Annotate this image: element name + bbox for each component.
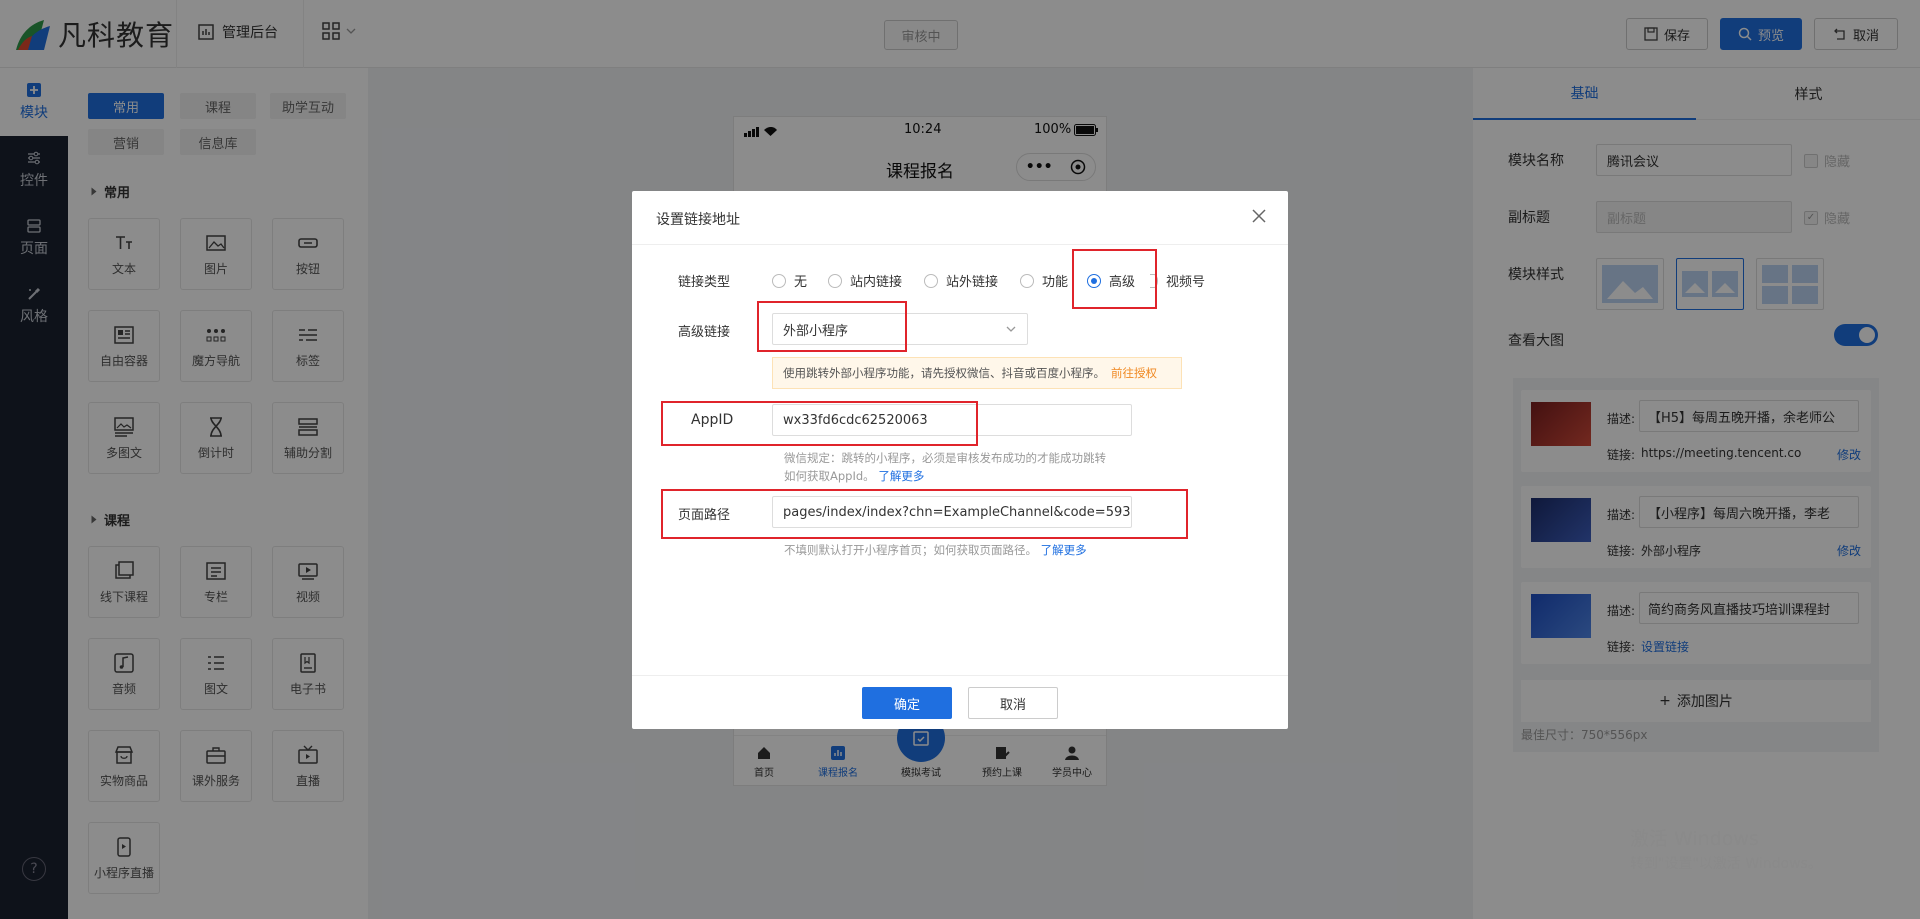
watermark-line1: 激活 Windows (1630, 828, 1759, 850)
dialog-header: 设置链接地址 (632, 191, 1288, 245)
watermark-line2: 转到"设置"以激活 Windows。 (1630, 856, 1822, 872)
radio-dot (1020, 273, 1034, 288)
dialog-cancel-button[interactable]: 取消 (968, 687, 1058, 719)
notice-text: 使用跳转外部小程序功能，请先授权微信、抖音或百度小程序。 (783, 366, 1105, 380)
radio-external[interactable]: 站外链接 (924, 271, 998, 290)
advanced-link-label: 高级链接 (678, 325, 731, 340)
learn-more-link[interactable]: 了解更多 (1041, 543, 1087, 557)
radio-label: 视频号 (1166, 275, 1206, 290)
appid-hint: 微信规定：跳转的小程序，必须是审核发布成功的才能成功跳转 (784, 451, 1106, 465)
path-hint-text: 不填则默认打开小程序首页；如何获取页面路径。 (784, 543, 1037, 557)
learn-more-link[interactable]: 了解更多 (878, 469, 924, 483)
radio-label: 站外链接 (946, 275, 999, 290)
authorize-notice: 使用跳转外部小程序功能，请先授权微信、抖音或百度小程序。 前往授权 (772, 357, 1182, 389)
radio-dot (924, 273, 938, 288)
annotation-box-advanced (1072, 249, 1157, 309)
howto-text: 如何获取AppId。 (784, 469, 875, 483)
radio-label: 站内链接 (850, 275, 903, 290)
annotation-box-page-path (661, 489, 1188, 539)
page-path-hint: 不填则默认打开小程序首页；如何获取页面路径。 了解更多 (784, 542, 1087, 558)
radio-internal[interactable]: 站内链接 (828, 271, 902, 290)
radio-dot (828, 273, 842, 288)
radio-label: 无 (794, 275, 808, 290)
radio-dot (772, 273, 786, 288)
dialog-footer: 确定 取消 (632, 675, 1288, 729)
annotation-box-advanced-link (757, 301, 907, 352)
appid-howto: 如何获取AppId。 了解更多 (784, 468, 924, 484)
confirm-button[interactable]: 确定 (862, 687, 952, 719)
dialog-title: 设置链接地址 (656, 212, 740, 228)
link-dialog: 设置链接地址 链接类型 无 站内链接 站外链接 功能 高级 视频号 高级链接 外… (632, 191, 1288, 729)
authorize-link[interactable]: 前往授权 (1111, 365, 1157, 381)
radio-video-channel[interactable]: 视频号 (1150, 271, 1205, 290)
radio-label: 功能 (1042, 275, 1069, 290)
windows-watermark: 激活 Windows 转到"设置"以激活 Windows。 (1630, 824, 1822, 873)
radio-function[interactable]: 功能 (1020, 271, 1068, 290)
link-type-label: 链接类型 (678, 275, 731, 290)
radio-none[interactable]: 无 (772, 271, 807, 290)
close-icon[interactable] (1250, 207, 1268, 225)
annotation-box-appid (661, 401, 978, 446)
chevron-down-icon (1006, 326, 1016, 332)
